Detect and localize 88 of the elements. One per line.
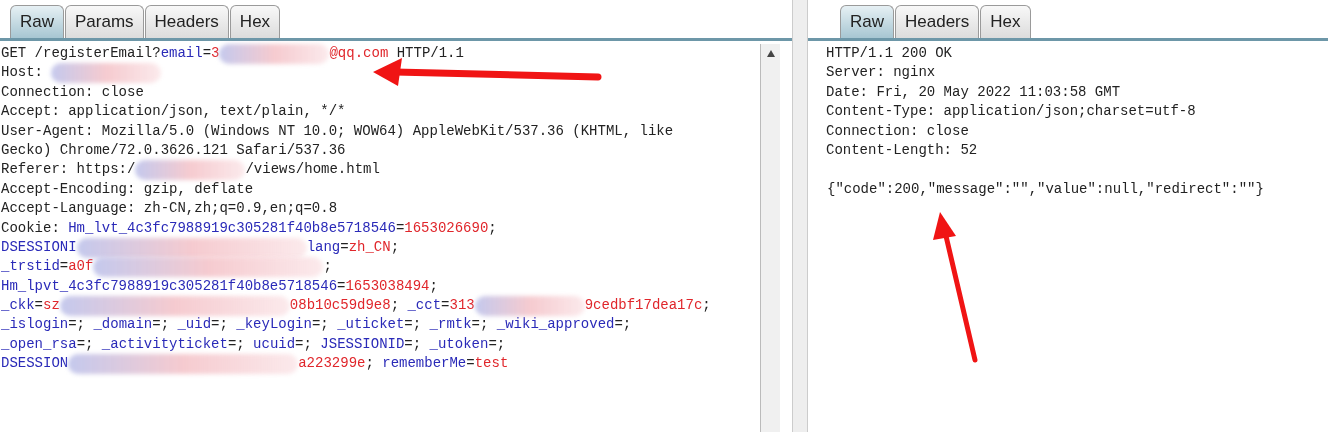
cookie-name: Hm_lpvt_4c3fc7988919c305281f40b8e5718546 <box>1 276 338 296</box>
cookie-name: _rmtk <box>429 315 472 335</box>
code-text: Host: <box>1 63 44 83</box>
tab[interactable]: Raw <box>10 5 64 38</box>
code-text: Referer: https:/ <box>1 160 136 180</box>
header-line: Date: Fri, 20 May 2022 11:03:58 GMT <box>826 82 1122 102</box>
code-text: Cookie: <box>1 218 61 238</box>
code-text: Accept: application/json, text/plain, */* <box>1 102 346 122</box>
cookie-name: _cct <box>407 296 442 316</box>
param-value: 3 <box>211 44 220 63</box>
code-text: =; <box>488 334 506 354</box>
param-value: 1653026690 <box>404 218 489 238</box>
cookie-name: _trstid <box>1 257 60 277</box>
cookie-name: _domain <box>93 315 153 335</box>
code-text: =; <box>404 334 423 354</box>
code-text: =; <box>211 315 229 335</box>
code-text: ; <box>390 296 401 316</box>
code-text: = <box>59 257 69 277</box>
tab[interactable]: Raw <box>840 5 894 38</box>
code-text: Accept-Language: zh-CN,zh;q=0.9,en;q=0.8 <box>1 199 338 219</box>
tab[interactable]: Headers <box>895 5 980 38</box>
code-text: = <box>202 44 212 63</box>
tab[interactable]: Hex <box>980 5 1031 38</box>
cookie-name: _open_rsa <box>1 334 77 354</box>
code-text: =; <box>404 315 423 335</box>
param-value: 313 <box>449 296 475 316</box>
code-text: =; <box>311 315 330 335</box>
code-text: /views/home.html <box>245 160 380 180</box>
code-text: =; <box>76 334 95 354</box>
param-value: @qq.com <box>329 44 389 63</box>
cookie-name: Hm_lvt_4c3fc7988919c305281f40b8e5718546 <box>68 218 396 238</box>
cookie-name: _keyLogin <box>236 315 312 335</box>
code-text: User-Agent: Mozilla/5.0 (Windows NT 10.0; WOW64) AppleWebKit/537.36 (KHTML, like <box>1 121 674 141</box>
code-text: =; <box>152 315 171 335</box>
code-text: = <box>34 296 43 316</box>
code-text: ; <box>323 257 332 277</box>
tab[interactable]: Hex <box>229 5 281 38</box>
param-value: a0f <box>68 257 94 277</box>
param-value: 08b10c59d9e8 <box>289 296 391 316</box>
cookie-name: lang <box>306 237 341 257</box>
code-text: Connection: close <box>1 82 144 102</box>
cookie-name: _uticket <box>337 315 405 335</box>
code-text: HTTP/1.1 <box>395 44 464 63</box>
code-text: Gecko) Chrome/72.0.3626.121 Safari/537.36 <box>1 140 346 160</box>
cookie-name: JSESSIONID <box>320 334 405 354</box>
code-text: =; <box>68 315 87 335</box>
code-text: =; <box>295 334 313 354</box>
code-text: ; <box>488 218 497 238</box>
param-value: test <box>474 354 509 374</box>
cookie-name: _wiki_approved <box>496 315 615 335</box>
cookie-name: _utoken <box>429 334 489 354</box>
code-text: = <box>340 237 349 257</box>
code-text: ; <box>390 237 400 257</box>
param-value: a223299e <box>298 354 366 374</box>
cookie-name: _ckk <box>1 296 35 316</box>
code-text: =; <box>227 334 246 354</box>
param-value: sz <box>43 296 60 316</box>
param-value: zh_CN <box>348 237 391 257</box>
code-text: = <box>441 296 450 316</box>
cookie-name: rememberMe <box>382 354 467 374</box>
code-text: GET /registerEmail? <box>1 44 161 63</box>
code-text: Accept-Encoding: gzip, deflate <box>1 179 254 199</box>
header-line: Content-Type: application/json;charset=utf-8 <box>826 102 1197 122</box>
cookie-name: DSESSIONI <box>1 237 77 257</box>
response-body: {"code":200,"message":"","value":null,"redirect":""} <box>826 179 1265 199</box>
tab[interactable]: Params <box>65 5 144 38</box>
code-text: = <box>337 276 346 296</box>
tab[interactable]: Headers <box>144 5 229 38</box>
cookie-name: DSESSION <box>1 354 69 374</box>
code-text: ; <box>702 296 711 316</box>
code-text: ; <box>365 354 375 374</box>
code-text: = <box>466 354 475 374</box>
cookie-name: ucuid <box>253 334 296 354</box>
header-line: HTTP/1.1 200 OK <box>826 44 954 63</box>
cookie-name: _activityticket <box>101 334 228 354</box>
scroll-up-icon[interactable] <box>766 50 775 57</box>
code-text: = <box>395 218 405 238</box>
cookie-name: _islogin <box>1 315 69 335</box>
code-text: =; <box>471 315 490 335</box>
param-value: 1653038494 <box>345 276 430 296</box>
code-text: ; <box>429 276 438 296</box>
param-value: 9cedbf17dea17c <box>584 296 703 316</box>
header-line: Content-Length: 52 <box>826 140 979 160</box>
header-line: Connection: close <box>826 121 970 141</box>
cookie-name: _uid <box>177 315 212 335</box>
header-line: Server: nginx <box>826 63 937 83</box>
cookie-name: email <box>160 44 203 63</box>
code-text: =; <box>614 315 632 335</box>
